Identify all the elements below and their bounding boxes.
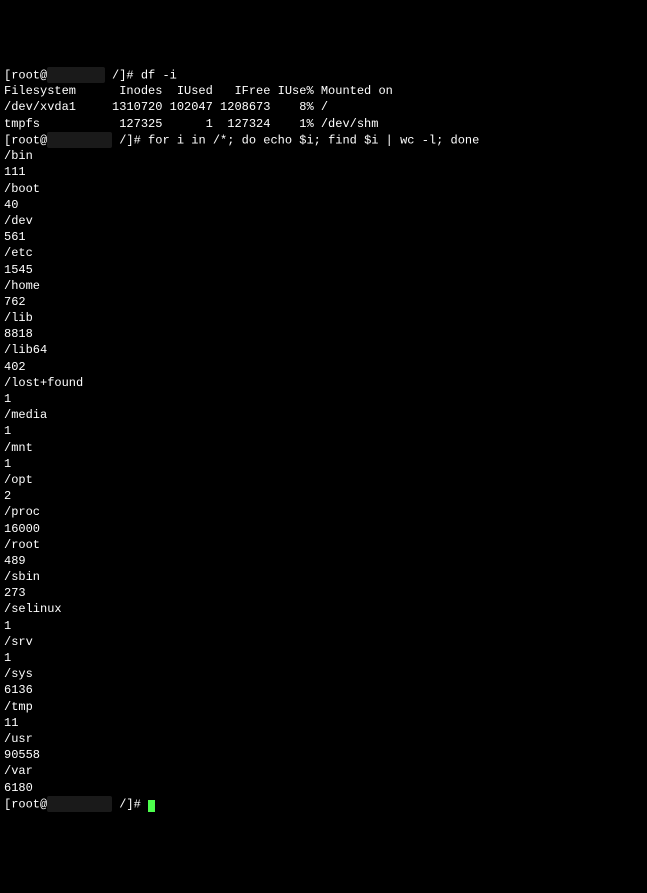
entry-count-1: 40 [4,197,643,213]
entry-count-4: 762 [4,294,643,310]
df-row-0: /dev/xvda1 1310720 102047 1208673 8% / [4,99,643,115]
entry-dir-2: /dev [4,213,643,229]
entry-dir-15: /srv [4,634,643,650]
entry-dir-18: /usr [4,731,643,747]
entry-count-10: 2 [4,488,643,504]
df-header: Filesystem Inodes IUsed IFree IUse% Moun… [4,83,643,99]
redacted-hostname [47,132,112,148]
entry-dir-16: /sys [4,666,643,682]
prompt-line-1: [root@ /]# df -i [4,67,643,83]
entry-dir-4: /home [4,278,643,294]
entry-dir-19: /var [4,763,643,779]
entry-count-17: 11 [4,715,643,731]
df-row-1: tmpfs 127325 1 127324 1% /dev/shm [4,116,643,132]
entry-dir-0: /bin [4,148,643,164]
terminal-output[interactable]: [root@ /]# df -iFilesystem Inodes IUsed … [4,67,643,812]
entry-dir-1: /boot [4,181,643,197]
entry-dir-14: /selinux [4,601,643,617]
entry-dir-5: /lib [4,310,643,326]
prompt-line-2: [root@ /]# for i in /*; do echo $i; find… [4,132,643,148]
entry-dir-11: /proc [4,504,643,520]
entry-count-11: 16000 [4,521,643,537]
redacted-hostname [47,796,112,812]
entry-count-15: 1 [4,650,643,666]
entry-dir-6: /lib64 [4,342,643,358]
entry-dir-13: /sbin [4,569,643,585]
entry-dir-8: /media [4,407,643,423]
entry-count-2: 561 [4,229,643,245]
entry-count-5: 8818 [4,326,643,342]
entry-dir-12: /root [4,537,643,553]
entry-count-6: 402 [4,359,643,375]
entry-count-9: 1 [4,456,643,472]
entry-count-7: 1 [4,391,643,407]
entry-dir-7: /lost+found [4,375,643,391]
entry-count-18: 90558 [4,747,643,763]
cursor [148,800,155,812]
prompt-line-3: [root@ /]# [4,796,643,812]
entry-dir-3: /etc [4,245,643,261]
entry-dir-10: /opt [4,472,643,488]
entry-count-14: 1 [4,618,643,634]
entry-count-16: 6136 [4,682,643,698]
entry-count-13: 273 [4,585,643,601]
redacted-hostname [47,67,105,83]
entry-count-3: 1545 [4,262,643,278]
entry-count-12: 489 [4,553,643,569]
entry-dir-17: /tmp [4,699,643,715]
entry-count-8: 1 [4,423,643,439]
entry-count-19: 6180 [4,780,643,796]
entry-dir-9: /mnt [4,440,643,456]
entry-count-0: 111 [4,164,643,180]
